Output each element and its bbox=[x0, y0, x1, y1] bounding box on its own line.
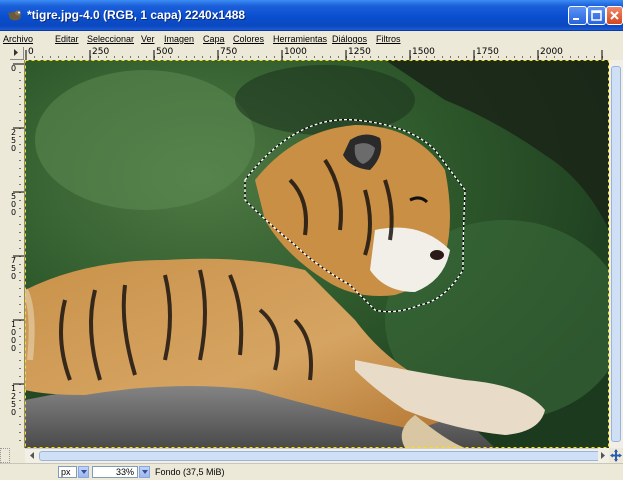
horizontal-ruler: 0 250 500 750 1000 1250 1500 1750 2000 bbox=[10, 47, 614, 61]
vruler-label-0: 0 bbox=[11, 64, 17, 73]
ruler-label-500: 500 bbox=[156, 47, 174, 57]
gimp-wilber-icon bbox=[8, 10, 21, 21]
left-strip bbox=[0, 47, 10, 463]
minimize-icon bbox=[573, 18, 579, 20]
ruler-label-1000: 1000 bbox=[284, 47, 307, 57]
arrow-right-icon bbox=[14, 49, 18, 56]
menu-dialogos[interactable]: Diálogos bbox=[332, 34, 367, 44]
navigate-button[interactable] bbox=[10, 47, 24, 60]
vertical-scroll-thumb[interactable] bbox=[611, 66, 621, 442]
title-bar: *tigre.jpg-4.0 (RGB, 1 capa) 2240x1488 bbox=[0, 0, 623, 31]
menu-herramientas[interactable]: Herramientas bbox=[273, 34, 327, 44]
menu-imagen[interactable]: Imagen bbox=[164, 34, 194, 44]
ruler-label-2000: 2000 bbox=[540, 47, 563, 57]
vruler-label-250: 250 bbox=[11, 128, 17, 153]
ruler-label-1500: 1500 bbox=[412, 47, 435, 57]
scroll-right-icon bbox=[601, 452, 605, 459]
vertical-ruler: 0 250 500 750 1000 1250 bbox=[10, 60, 25, 448]
menu-colores[interactable]: Colores bbox=[233, 34, 264, 44]
zoom-value: 33% bbox=[115, 467, 134, 477]
vruler-label-1250: 1250 bbox=[11, 384, 17, 417]
ruler-label-0: 0 bbox=[28, 47, 34, 57]
menu-seleccionar[interactable]: Seleccionar bbox=[87, 34, 134, 44]
ruler-label-750: 750 bbox=[220, 47, 238, 57]
menu-filtros[interactable]: Filtros bbox=[376, 34, 401, 44]
menu-ver[interactable]: Ver bbox=[141, 34, 155, 44]
tiger-photo bbox=[25, 60, 609, 448]
vertical-scrollbar[interactable] bbox=[609, 60, 623, 448]
menu-capa[interactable]: Capa bbox=[203, 34, 225, 44]
vruler-label-750: 750 bbox=[11, 256, 17, 281]
scroll-right-area[interactable] bbox=[598, 448, 609, 463]
scroll-left-icon[interactable] bbox=[27, 449, 37, 462]
move-cross-icon bbox=[610, 449, 622, 462]
menu-bar: Archivo Editar Seleccionar Ver Imagen Ca… bbox=[0, 31, 623, 47]
horizontal-scroll-thumb[interactable] bbox=[39, 451, 605, 461]
close-icon bbox=[610, 11, 619, 20]
horizontal-scrollbar[interactable] bbox=[25, 448, 609, 463]
menu-editar[interactable]: Editar bbox=[55, 34, 79, 44]
zoom-selector[interactable]: 33% bbox=[92, 466, 138, 478]
ruler-label-250: 250 bbox=[92, 47, 110, 57]
status-bar: px 33% Fondo (37,5 MiB) bbox=[0, 463, 623, 480]
vruler-label-500: 500 bbox=[11, 192, 17, 217]
close-button[interactable] bbox=[606, 6, 623, 25]
vruler-label-1000: 1000 bbox=[11, 320, 17, 353]
ruler-label-1750: 1750 bbox=[476, 47, 499, 57]
unit-value: px bbox=[61, 467, 71, 477]
ruler-label-1250: 1250 bbox=[348, 47, 371, 57]
menu-archivo[interactable]: Archivo bbox=[3, 34, 33, 44]
zoom-dropdown-button[interactable] bbox=[139, 466, 150, 478]
unit-selector[interactable]: px bbox=[58, 466, 77, 478]
maximize-icon bbox=[591, 10, 602, 21]
navigate-corner-button[interactable] bbox=[609, 448, 623, 463]
minimize-button[interactable] bbox=[568, 6, 587, 25]
layer-info: Fondo (37,5 MiB) bbox=[155, 467, 225, 477]
quick-mask-toggle[interactable] bbox=[0, 448, 10, 463]
maximize-button[interactable] bbox=[587, 6, 606, 25]
image-canvas[interactable] bbox=[25, 60, 609, 448]
unit-dropdown-button[interactable] bbox=[78, 466, 89, 478]
window-title: *tigre.jpg-4.0 (RGB, 1 capa) 2240x1488 bbox=[27, 8, 246, 22]
